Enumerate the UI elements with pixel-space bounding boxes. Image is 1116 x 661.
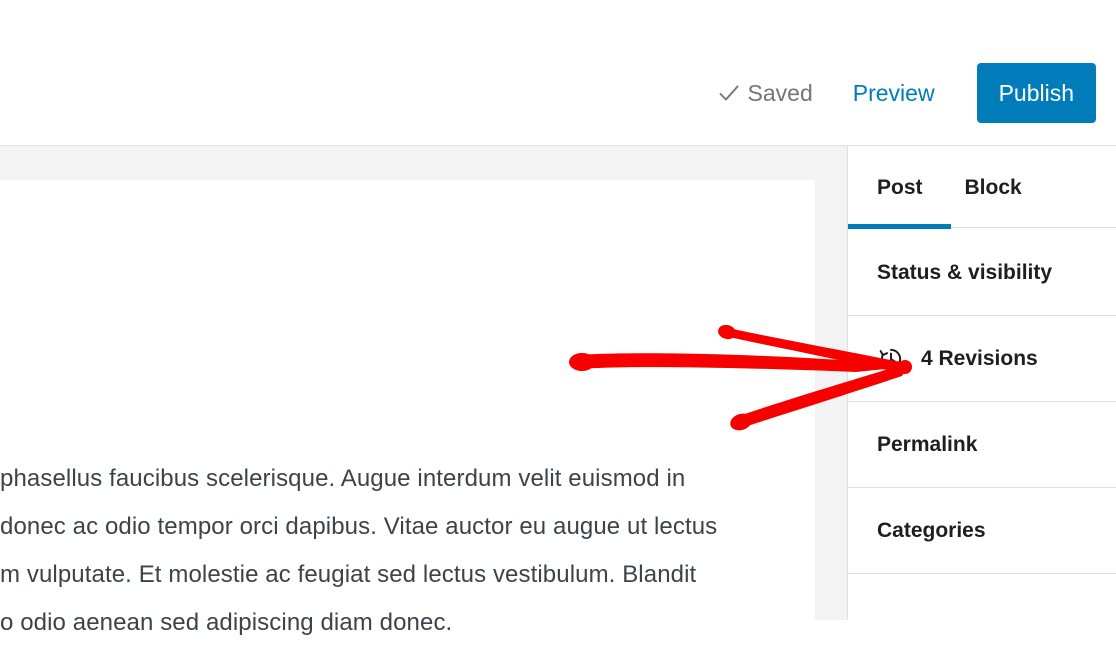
post-body-line: m vulputate. Et molestie ac feugiat sed … [0,561,697,588]
panel-title: Status & visibility [877,260,1053,284]
sidebar-tab-list: Post Block [848,146,1116,230]
panel-title: Permalink [877,432,978,456]
post-body-line: phasellus faucibus scelerisque. Augue in… [0,465,686,492]
tab-post[interactable]: Post [877,146,923,230]
panel-title: Categories [877,518,986,542]
sidebar-panel-status-visibility[interactable]: Status & visibility [848,230,1116,316]
publish-button[interactable]: Publish [976,63,1096,123]
sidebar-panel-revisions[interactable]: 4 Revisions [848,316,1116,402]
preview-button[interactable]: Preview [853,80,935,107]
check-icon [719,83,739,103]
settings-sidebar: Post Block Status & visibility 4 Revisio… [847,146,1116,620]
post-body-paragraph[interactable]: phasellus faucibus scelerisque. Augue in… [0,455,800,647]
editor-header: Saved Preview Publish [0,0,1116,146]
tab-active-indicator [848,224,951,229]
sidebar-panel-categories[interactable]: Categories [848,488,1116,574]
editor-canvas: phasellus faucibus scelerisque. Augue in… [0,146,847,661]
saved-label: Saved [747,79,813,106]
post-content-card[interactable]: phasellus faucibus scelerisque. Augue in… [0,180,815,636]
panel-title: 4 Revisions [921,346,1038,370]
tab-block[interactable]: Block [965,146,1022,230]
sidebar-panel-permalink[interactable]: Permalink [848,402,1116,488]
header-actions: Saved Preview Publish [719,63,1096,123]
saved-status: Saved [719,80,813,107]
post-body-line: donec ac odio tempor orci dapibus. Vitae… [0,513,718,540]
revisions-clock-icon [877,345,905,373]
post-body-line: o odio aenean sed adipiscing diam donec. [0,609,453,636]
